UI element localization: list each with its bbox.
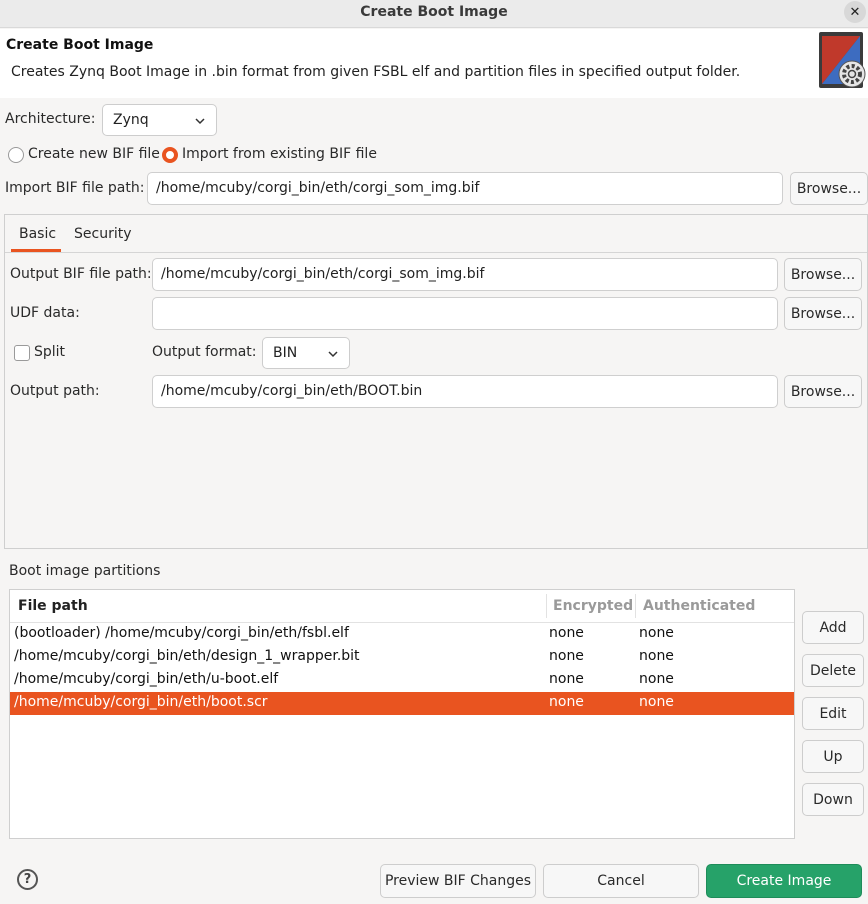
cancel-button[interactable]: Cancel <box>543 864 699 898</box>
output-format-value: BIN <box>273 345 298 361</box>
cell-encrypted: none <box>549 694 584 710</box>
tab-security[interactable]: Security <box>74 226 132 242</box>
chevron-down-icon <box>328 351 338 358</box>
close-icon: ✕ <box>849 4 861 20</box>
output-bif-browse-button[interactable]: Browse... <box>784 258 862 291</box>
cell-authenticated: none <box>639 648 674 664</box>
table-header: File path Encrypted Authenticated <box>10 590 794 623</box>
title-bar: Create Boot Image ✕ <box>0 0 868 28</box>
output-format-select[interactable]: BIN <box>262 337 350 369</box>
tab-strip: Basic Security <box>5 215 867 253</box>
import-bif-path-label: Import BIF file path: <box>5 180 145 196</box>
partitions-table: File path Encrypted Authenticated (bootl… <box>9 589 795 839</box>
output-path-label: Output path: <box>10 383 100 399</box>
cell-authenticated: none <box>639 671 674 687</box>
header-description: Creates Zynq Boot Image in .bin format f… <box>11 64 741 80</box>
dialog-header: Create Boot Image Creates Zynq Boot Imag… <box>0 29 868 98</box>
column-divider <box>635 594 636 618</box>
cell-file-path: /home/mcuby/corgi_bin/eth/u-boot.elf <box>14 671 279 687</box>
output-path-input[interactable]: /home/mcuby/corgi_bin/eth/BOOT.bin <box>152 375 778 408</box>
cell-file-path: (bootloader) /home/mcuby/corgi_bin/eth/f… <box>14 625 349 641</box>
import-bif-radio[interactable] <box>162 147 178 163</box>
delete-partition-button[interactable]: Delete <box>802 654 864 687</box>
move-down-button[interactable]: Down <box>802 783 864 816</box>
close-button[interactable]: ✕ <box>844 1 866 23</box>
output-bif-input[interactable]: /home/mcuby/corgi_bin/eth/corgi_som_img.… <box>152 258 778 291</box>
architecture-value: Zynq <box>113 112 149 128</box>
partitions-label: Boot image partitions <box>9 563 161 579</box>
boot-image-gear-icon <box>819 32 866 88</box>
architecture-label: Architecture: <box>5 111 96 127</box>
cell-encrypted: none <box>549 671 584 687</box>
column-encrypted[interactable]: Encrypted <box>553 598 633 614</box>
table-row[interactable]: (bootloader) /home/mcuby/corgi_bin/eth/f… <box>10 623 794 646</box>
output-path-browse-button[interactable]: Browse... <box>784 375 862 408</box>
output-format-label: Output format: <box>152 344 257 360</box>
column-divider <box>546 594 547 618</box>
import-bif-path-input[interactable]: /home/mcuby/corgi_bin/eth/corgi_som_img.… <box>147 172 783 205</box>
output-bif-label: Output BIF file path: <box>10 266 152 282</box>
architecture-select[interactable]: Zynq <box>102 104 217 136</box>
cell-file-path: /home/mcuby/corgi_bin/eth/design_1_wrapp… <box>14 648 360 664</box>
create-image-button[interactable]: Create Image <box>706 864 862 898</box>
import-bif-label: Import from existing BIF file <box>182 146 377 162</box>
table-row[interactable]: /home/mcuby/corgi_bin/eth/design_1_wrapp… <box>10 646 794 669</box>
active-tab-indicator <box>11 249 61 252</box>
column-file-path[interactable]: File path <box>18 598 88 614</box>
header-title: Create Boot Image <box>6 37 154 53</box>
help-icon[interactable]: ? <box>17 869 38 890</box>
udf-browse-button[interactable]: Browse... <box>784 297 862 330</box>
import-bif-browse-button[interactable]: Browse... <box>790 172 868 205</box>
udf-data-label: UDF data: <box>10 305 80 321</box>
tab-basic[interactable]: Basic <box>19 226 56 242</box>
udf-data-input[interactable] <box>152 297 778 330</box>
table-row[interactable]: /home/mcuby/corgi_bin/eth/u-boot.elf non… <box>10 669 794 692</box>
window-title: Create Boot Image <box>360 4 508 20</box>
split-checkbox[interactable] <box>14 345 30 361</box>
add-partition-button[interactable]: Add <box>802 611 864 644</box>
cell-authenticated: none <box>639 625 674 641</box>
column-authenticated[interactable]: Authenticated <box>643 598 755 614</box>
create-bif-radio[interactable] <box>8 147 24 163</box>
table-row-selected[interactable]: /home/mcuby/corgi_bin/eth/boot.scr none … <box>10 692 794 715</box>
chevron-down-icon <box>195 118 205 125</box>
cell-encrypted: none <box>549 625 584 641</box>
create-bif-label: Create new BIF file <box>28 146 160 162</box>
preview-bif-changes-button[interactable]: Preview BIF Changes <box>380 864 536 898</box>
cell-file-path: /home/mcuby/corgi_bin/eth/boot.scr <box>14 694 268 710</box>
move-up-button[interactable]: Up <box>802 740 864 773</box>
cell-authenticated: none <box>639 694 674 710</box>
edit-partition-button[interactable]: Edit <box>802 697 864 730</box>
split-label: Split <box>34 344 66 360</box>
cell-encrypted: none <box>549 648 584 664</box>
